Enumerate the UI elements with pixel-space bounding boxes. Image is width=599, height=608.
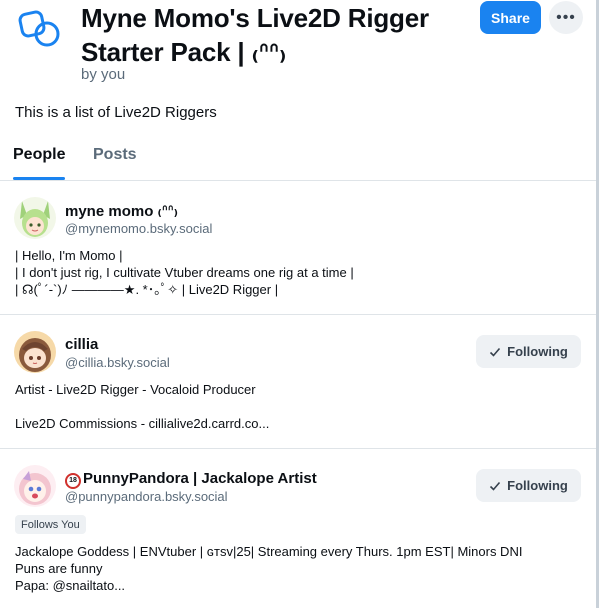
avatar[interactable] bbox=[14, 197, 56, 239]
more-options-button[interactable]: ••• bbox=[549, 1, 583, 34]
checkmark-icon bbox=[490, 347, 501, 357]
list-item[interactable]: cillia @cillia.bsky.social Following Art… bbox=[0, 315, 599, 449]
profile-bio: | Hello, I'm Momo | | I don't just rig, … bbox=[15, 248, 354, 297]
starter-pack-icon bbox=[18, 10, 60, 47]
profile-name-text: PunnyPandora | Jackalope Artist bbox=[83, 470, 317, 487]
checkmark-icon bbox=[490, 481, 501, 491]
following-label: Following bbox=[507, 478, 568, 493]
profile-handle[interactable]: @punnypandora.bsky.social bbox=[65, 489, 228, 504]
profile-bio: Jackalope Goddess | ENVtuber | ɢᴛsᴠ|25| … bbox=[15, 544, 523, 593]
active-tab-indicator bbox=[13, 177, 65, 180]
starter-pack-header: Myne Momo's Live2D Rigger Starter Pack |… bbox=[0, 0, 599, 95]
tab-bar: People Posts bbox=[0, 138, 599, 181]
follows-you-badge: Follows You bbox=[15, 515, 86, 534]
age-restriction-icon: 18 bbox=[65, 473, 81, 489]
profile-name[interactable]: cillia bbox=[65, 336, 98, 353]
avatar[interactable] bbox=[14, 465, 56, 507]
list-item[interactable]: 18 PunnyPandora | Jackalope Artist @punny… bbox=[0, 449, 599, 608]
profile-name[interactable]: 18 PunnyPandora | Jackalope Artist bbox=[65, 470, 317, 489]
profile-handle[interactable]: @mynemomo.bsky.social bbox=[65, 221, 212, 236]
following-label: Following bbox=[507, 344, 568, 359]
following-button[interactable]: Following bbox=[476, 469, 581, 502]
creator-byline[interactable]: by you bbox=[81, 66, 125, 83]
avatar[interactable] bbox=[14, 331, 56, 373]
following-button[interactable]: Following bbox=[476, 335, 581, 368]
profile-handle[interactable]: @cillia.bsky.social bbox=[65, 355, 170, 370]
profile-name[interactable]: myne momo ₍ᐢᐢ₎ bbox=[65, 202, 178, 220]
starter-pack-description: This is a list of Live2D Riggers bbox=[15, 104, 217, 121]
profile-bio: Artist - Live2D Rigger - Vocaloid Produc… bbox=[15, 382, 270, 431]
list-item[interactable]: myne momo ₍ᐢᐢ₎ @mynemomo.bsky.social | H… bbox=[0, 181, 599, 315]
tab-people[interactable]: People bbox=[13, 146, 65, 164]
ellipsis-icon: ••• bbox=[556, 8, 576, 26]
tab-posts[interactable]: Posts bbox=[93, 146, 137, 164]
share-button[interactable]: Share bbox=[480, 1, 541, 34]
page-title: Myne Momo's Live2D Rigger Starter Pack |… bbox=[81, 3, 429, 67]
